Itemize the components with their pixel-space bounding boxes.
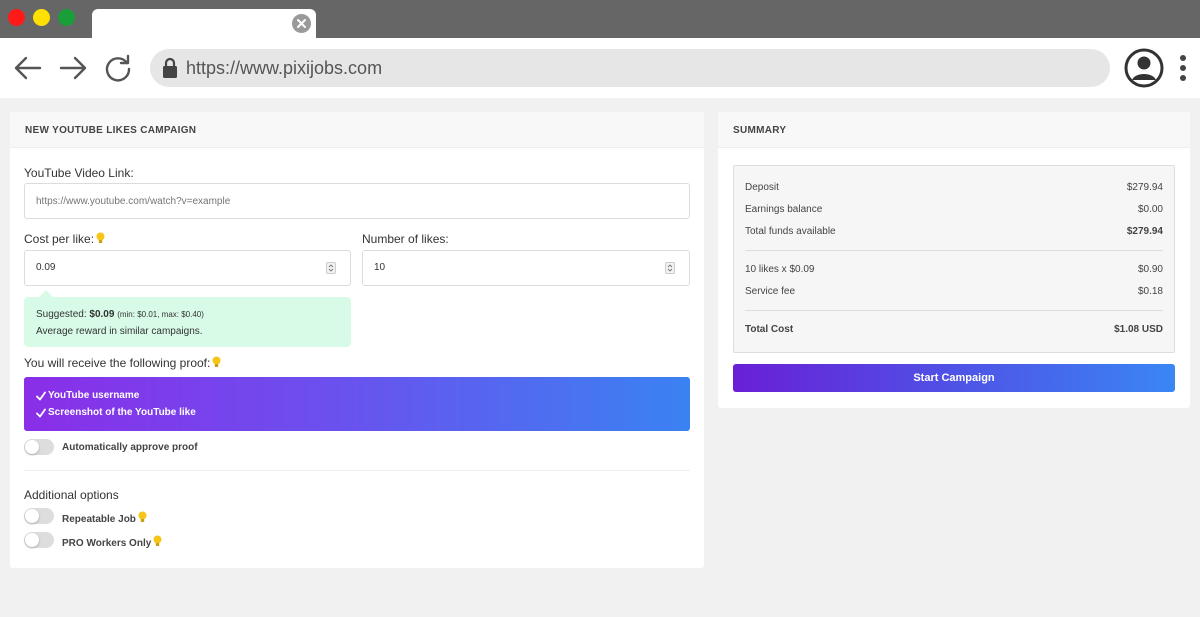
browser-titlebar bbox=[0, 0, 1200, 39]
summary-header: SUMMARY bbox=[718, 112, 1190, 148]
cost-per-like-value: 0.09 bbox=[36, 262, 56, 273]
summary-row-label: Earnings balance bbox=[745, 204, 823, 215]
summary-row-label: Service fee bbox=[745, 286, 796, 297]
cost-per-like-text: Cost per like: bbox=[24, 232, 95, 246]
summary-row-service-fee: Service fee $0.18 bbox=[745, 286, 1163, 297]
summary-row-value: $0.18 bbox=[1137, 286, 1163, 297]
proof-item-label: YouTube username bbox=[48, 390, 140, 401]
summary-row-label: Total funds available bbox=[745, 226, 836, 237]
campaign-form-panel: NEW YOUTUBE LIKES CAMPAIGN YouTube Video… bbox=[10, 112, 704, 568]
pro-workers-toggle[interactable] bbox=[24, 532, 54, 548]
lightbulb-icon[interactable] bbox=[153, 535, 162, 547]
summary-row-total-funds: Total funds available $279.94 bbox=[745, 226, 1163, 237]
summary-row-deposit: Deposit $279.94 bbox=[745, 182, 1163, 193]
window-close-dot[interactable] bbox=[8, 9, 25, 26]
summary-row-total-cost: Total Cost $1.08 USD bbox=[745, 324, 1163, 335]
pro-workers-label: PRO Workers Only bbox=[62, 535, 162, 549]
proof-label-text: You will receive the following proof: bbox=[24, 356, 211, 370]
repeatable-job-toggle[interactable] bbox=[24, 508, 54, 524]
pro-workers-text: PRO Workers Only bbox=[62, 538, 152, 549]
additional-options-label: Additional options bbox=[24, 488, 119, 502]
summary-row-label: 10 likes x $0.09 bbox=[745, 264, 815, 275]
window-maximize-dot[interactable] bbox=[58, 9, 75, 26]
suggestion-note: Average reward in similar campaigns. bbox=[36, 326, 203, 337]
suggestion-value: $0.09 bbox=[89, 309, 115, 320]
summary-divider bbox=[745, 250, 1163, 251]
address-bar[interactable]: https://www.pixijobs.com bbox=[150, 49, 1110, 87]
lightbulb-icon[interactable] bbox=[96, 232, 105, 244]
suggestion-arrow bbox=[38, 290, 54, 298]
browser-toolbar: https://www.pixijobs.com bbox=[0, 38, 1200, 98]
summary-box: Deposit $279.94 Earnings balance $0.00 Tot… bbox=[733, 165, 1175, 353]
campaign-header: NEW YOUTUBE LIKES CAMPAIGN bbox=[10, 112, 704, 148]
summary-row-value: $279.94 bbox=[1126, 226, 1163, 237]
section-divider bbox=[24, 470, 690, 471]
suggestion-box: Suggested: $0.09 (min: $0.01, max: $0.40… bbox=[24, 290, 351, 347]
number-of-likes-value: 10 bbox=[374, 262, 386, 273]
proof-label: You will receive the following proof: bbox=[24, 356, 221, 370]
browser-tab[interactable] bbox=[92, 9, 316, 39]
suggestion-range: (min: $0.01, max: $0.40) bbox=[117, 310, 204, 319]
summary-panel: SUMMARY Deposit $279.94 Earnings balance $… bbox=[718, 112, 1190, 408]
summary-row-value: $1.08 USD bbox=[1114, 324, 1163, 335]
auto-approve-label: Automatically approve proof bbox=[62, 442, 198, 453]
number-of-likes-input[interactable]: 10 bbox=[362, 250, 690, 286]
toggle-knob bbox=[25, 440, 39, 454]
cost-per-like-input[interactable]: 0.09 bbox=[24, 250, 351, 286]
summary-row-value: $0.00 bbox=[1137, 204, 1163, 215]
toggle-knob bbox=[25, 533, 39, 547]
video-link-input[interactable] bbox=[24, 183, 690, 219]
reload-icon[interactable] bbox=[102, 52, 134, 84]
summary-divider bbox=[745, 310, 1163, 311]
lightbulb-icon[interactable] bbox=[138, 511, 147, 523]
forward-icon[interactable] bbox=[57, 52, 89, 84]
summary-row-earnings: Earnings balance $0.00 bbox=[745, 204, 1163, 215]
tab-close-icon[interactable] bbox=[292, 14, 311, 33]
stepper-icon[interactable] bbox=[665, 262, 675, 274]
profile-icon[interactable] bbox=[1124, 48, 1164, 88]
summary-row-value: $0.90 bbox=[1137, 264, 1163, 275]
proof-list: YouTube username Screenshot of the YouTu… bbox=[24, 377, 690, 431]
auto-approve-toggle[interactable] bbox=[24, 439, 54, 455]
suggestion-line: Suggested: $0.09 (min: $0.01, max: $0.40… bbox=[36, 306, 339, 323]
suggestion-prefix: Suggested: bbox=[36, 309, 87, 320]
back-icon[interactable] bbox=[12, 52, 44, 84]
number-of-likes-label: Number of likes: bbox=[362, 232, 449, 246]
check-icon bbox=[36, 408, 46, 417]
summary-row-likes: 10 likes x $0.09 $0.90 bbox=[745, 264, 1163, 275]
repeatable-job-label: Repeatable Job bbox=[62, 511, 147, 525]
lightbulb-icon[interactable] bbox=[212, 356, 221, 368]
video-link-label: YouTube Video Link: bbox=[24, 166, 134, 180]
window-minimize-dot[interactable] bbox=[33, 9, 50, 26]
toggle-knob bbox=[25, 509, 39, 523]
repeatable-job-text: Repeatable Job bbox=[62, 514, 136, 525]
url-text[interactable]: https://www.pixijobs.com bbox=[186, 58, 382, 79]
stepper-icon[interactable] bbox=[326, 262, 336, 274]
proof-item: Screenshot of the YouTube like bbox=[36, 404, 678, 421]
summary-row-label: Deposit bbox=[745, 182, 779, 193]
proof-item: YouTube username bbox=[36, 387, 678, 404]
proof-item-label: Screenshot of the YouTube like bbox=[48, 407, 196, 418]
summary-row-label: Total Cost bbox=[745, 324, 794, 335]
lock-icon bbox=[160, 57, 180, 79]
kebab-menu-icon[interactable] bbox=[1178, 54, 1188, 84]
start-campaign-button[interactable]: Start Campaign bbox=[733, 364, 1175, 392]
cost-per-like-label: Cost per like: bbox=[24, 232, 105, 246]
check-icon bbox=[36, 391, 46, 400]
summary-row-value: $279.94 bbox=[1126, 182, 1163, 193]
